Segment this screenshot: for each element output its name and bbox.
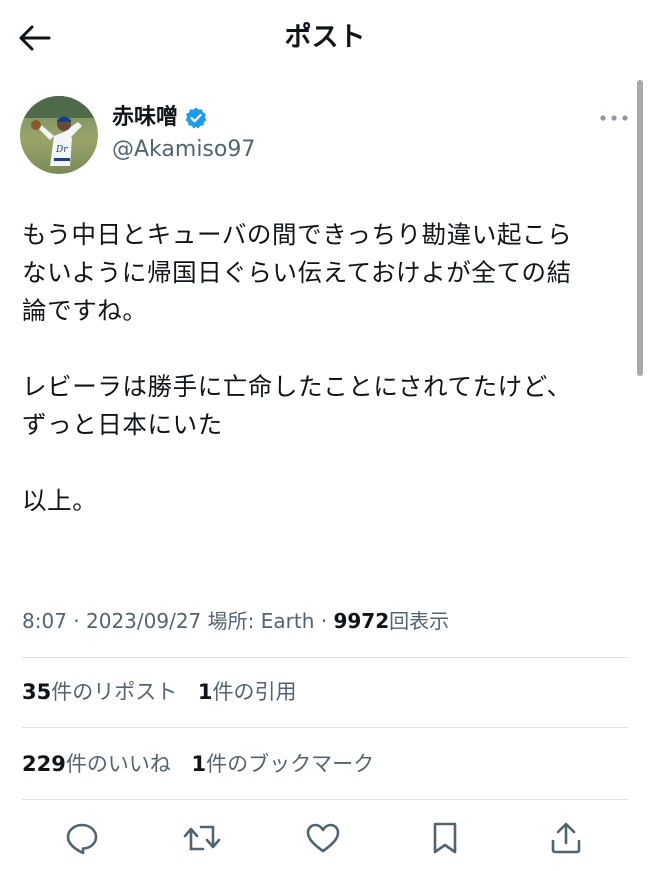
- tweet-line-blank: [22, 444, 632, 482]
- quotes-stat[interactable]: 1件の引用: [198, 677, 297, 707]
- author-handle[interactable]: @Akamiso97: [112, 136, 255, 164]
- avatar-image: Dr: [20, 96, 98, 174]
- top-bar: ポスト: [0, 0, 650, 74]
- reply-icon: [66, 823, 98, 855]
- share-button[interactable]: [546, 818, 586, 858]
- share-icon: [551, 822, 581, 854]
- repost-button[interactable]: [182, 818, 222, 858]
- bookmark-icon: [433, 822, 457, 854]
- likes-count: 229: [22, 752, 66, 776]
- likes-label: 件のいいね: [65, 752, 171, 776]
- tweet-line: 論ですね。: [22, 296, 148, 325]
- reposts-stat[interactable]: 35件のリポスト: [22, 677, 177, 707]
- like-stats-row: 229件のいいね 1件のブックマーク: [22, 749, 388, 779]
- tweet-line: ないように帰国日ぐらい伝えておけよが全ての結: [22, 258, 572, 287]
- author-name-row[interactable]: 赤味噌: [112, 104, 208, 132]
- avatar[interactable]: Dr: [20, 96, 98, 174]
- bookmarks-stat[interactable]: 1件のブックマーク: [192, 749, 375, 779]
- verified-badge-icon: [184, 106, 208, 130]
- more-horizontal-icon: [600, 115, 628, 121]
- tweet-date[interactable]: 2023/09/27: [86, 609, 201, 633]
- meta-separator: ·: [314, 609, 334, 633]
- tweet-line: もう中日とキューバの間できっちり勘違い起こら: [22, 220, 573, 249]
- svg-text:Dr: Dr: [55, 145, 68, 155]
- reposts-label: 件のリポスト: [51, 680, 178, 704]
- more-options-button[interactable]: [596, 104, 632, 132]
- tweet-line: ずっと日本にいた: [22, 410, 223, 439]
- bookmarks-count: 1: [191, 752, 207, 776]
- like-button[interactable]: [303, 818, 343, 858]
- divider: [22, 727, 628, 728]
- meta-separator: ·: [66, 609, 86, 633]
- tweet-meta: 8:07 · 2023/09/27 場所: Earth · 9972回表示: [22, 606, 449, 636]
- views-label: 回表示: [389, 609, 450, 633]
- likes-stat[interactable]: 229件のいいね: [22, 749, 171, 779]
- quotes-count: 1: [197, 680, 213, 704]
- views-count: 9972: [333, 609, 390, 633]
- reposts-count: 35: [22, 680, 52, 704]
- scrollbar[interactable]: [637, 80, 643, 376]
- repost-stats-row: 35件のリポスト 1件の引用: [22, 677, 311, 707]
- action-bar: [0, 810, 650, 864]
- quotes-label: 件の引用: [212, 680, 297, 704]
- tweet-line: レビーラは勝手に亡命したことにされてたけど、: [22, 372, 572, 401]
- tweet-time[interactable]: 8:07: [22, 609, 67, 633]
- heart-icon: [306, 823, 340, 853]
- divider: [22, 657, 628, 658]
- reply-button[interactable]: [62, 818, 102, 858]
- page-title: ポスト: [284, 22, 366, 53]
- bookmarks-label: 件のブックマーク: [206, 752, 375, 776]
- tweet-line: 以上。: [22, 486, 98, 515]
- tweet-location: 場所: Earth: [207, 609, 315, 633]
- divider: [22, 799, 628, 800]
- tweet-line-blank: [22, 330, 632, 368]
- bookmark-button[interactable]: [425, 818, 465, 858]
- author-block: Dr 赤味噌 @Akamiso97: [20, 96, 620, 176]
- author-name[interactable]: 赤味噌: [112, 104, 178, 132]
- tweet-text: もう中日とキューバの間できっちり勘違い起こら ないように帰国日ぐらい伝えておけよ…: [22, 216, 632, 520]
- repost-icon: [183, 825, 221, 851]
